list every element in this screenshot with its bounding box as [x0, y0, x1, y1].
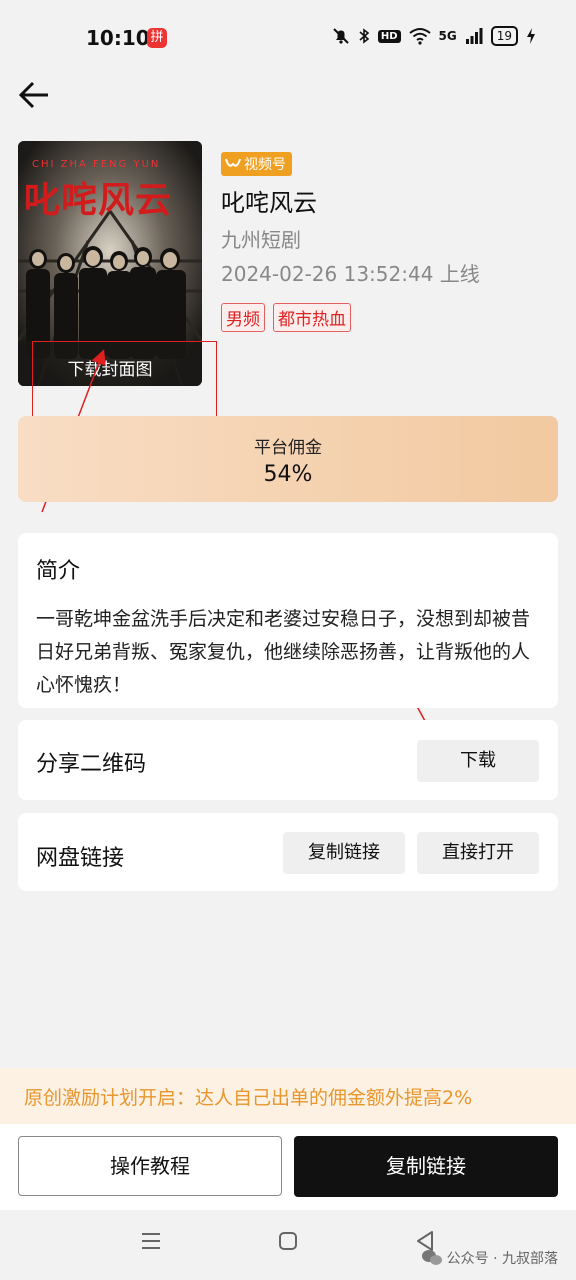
wifi-icon: [408, 28, 431, 45]
cover-title: 叱咤风云: [24, 180, 173, 221]
open-netdisk-button[interactable]: 直接打开: [417, 832, 539, 874]
bluetooth-icon: [359, 28, 370, 44]
promo-text: 原创激励计划开启：达人自己出单的佣金额外提高2%: [24, 1087, 473, 1109]
cover-pinyin: CHI ZHA FENG YUN: [32, 159, 161, 170]
system-nav-bar: [0, 1210, 576, 1280]
watermark-text: 公众号 · 九叔部落: [446, 1251, 558, 1267]
hd-icon: HD: [377, 29, 401, 43]
online-time: 2024-02-26 13:52:44 上线: [221, 262, 480, 286]
home-icon[interactable]: [271, 1224, 305, 1258]
genre-tag: 都市热血: [273, 303, 351, 332]
charging-bolt-icon: [527, 28, 535, 44]
intro-text: 一哥乾坤金盆洗手后决定和老婆过安稳日子，没想到却被昔日好兄弟背叛、冤家复仇，他继…: [36, 608, 531, 696]
menu-icon[interactable]: [134, 1224, 168, 1258]
copy-netdisk-link-button[interactable]: 复制链接: [283, 832, 405, 874]
intro-card: 简介 一哥乾坤金盆洗手后决定和老婆过安稳日子，没想到却被昔日好兄弟背叛、冤家复仇…: [18, 533, 558, 708]
mute-bell-icon: [333, 28, 349, 44]
genre-tags: 男频 都市热血: [221, 303, 351, 332]
commission-panel: 平台佣金 54%: [18, 416, 558, 502]
battery-icon: 19: [490, 26, 518, 46]
tutorial-button[interactable]: 操作教程: [18, 1136, 282, 1196]
genre-tag: 男频: [221, 303, 265, 332]
qrcode-card: 分享二维码 下载: [18, 720, 558, 800]
status-icons: HD 5G 19: [332, 26, 536, 46]
status-time: 10:10: [86, 26, 150, 50]
video-channel-icon: [225, 158, 241, 167]
netdisk-label: 网盘链接: [36, 846, 125, 871]
channel-tag: 视频号: [221, 152, 292, 176]
qrcode-label: 分享二维码: [36, 752, 147, 777]
status-bar: 10:10 拼 HD 5G 19: [0, 0, 576, 76]
wechat-icon: [421, 1250, 442, 1265]
drama-title: 叱咤风云: [221, 189, 317, 217]
copy-link-button[interactable]: 复制链接: [294, 1136, 558, 1197]
annotation-box-cover: [32, 341, 217, 422]
netdisk-card: 网盘链接 复制链接 直接打开: [18, 813, 558, 891]
watermark: 公众号 · 九叔部落: [421, 1248, 558, 1268]
download-qrcode-button[interactable]: 下载: [417, 740, 539, 782]
commission-value: 54%: [263, 462, 313, 487]
commission-label: 平台佣金: [254, 438, 322, 458]
signal-icon: [465, 28, 483, 44]
promo-banner[interactable]: 原创激励计划开启：达人自己出单的佣金额外提高2%: [0, 1068, 576, 1124]
bottom-action-bar: 操作教程 复制链接: [0, 1124, 576, 1210]
channel-tag-label: 视频号: [244, 157, 286, 173]
intro-title: 简介: [36, 559, 81, 584]
app-notification-icon: 拼: [147, 28, 167, 48]
signal-5g-label: 5G: [438, 29, 457, 43]
back-arrow-icon[interactable]: [18, 78, 52, 112]
producer-name: 九州短剧: [221, 228, 301, 252]
